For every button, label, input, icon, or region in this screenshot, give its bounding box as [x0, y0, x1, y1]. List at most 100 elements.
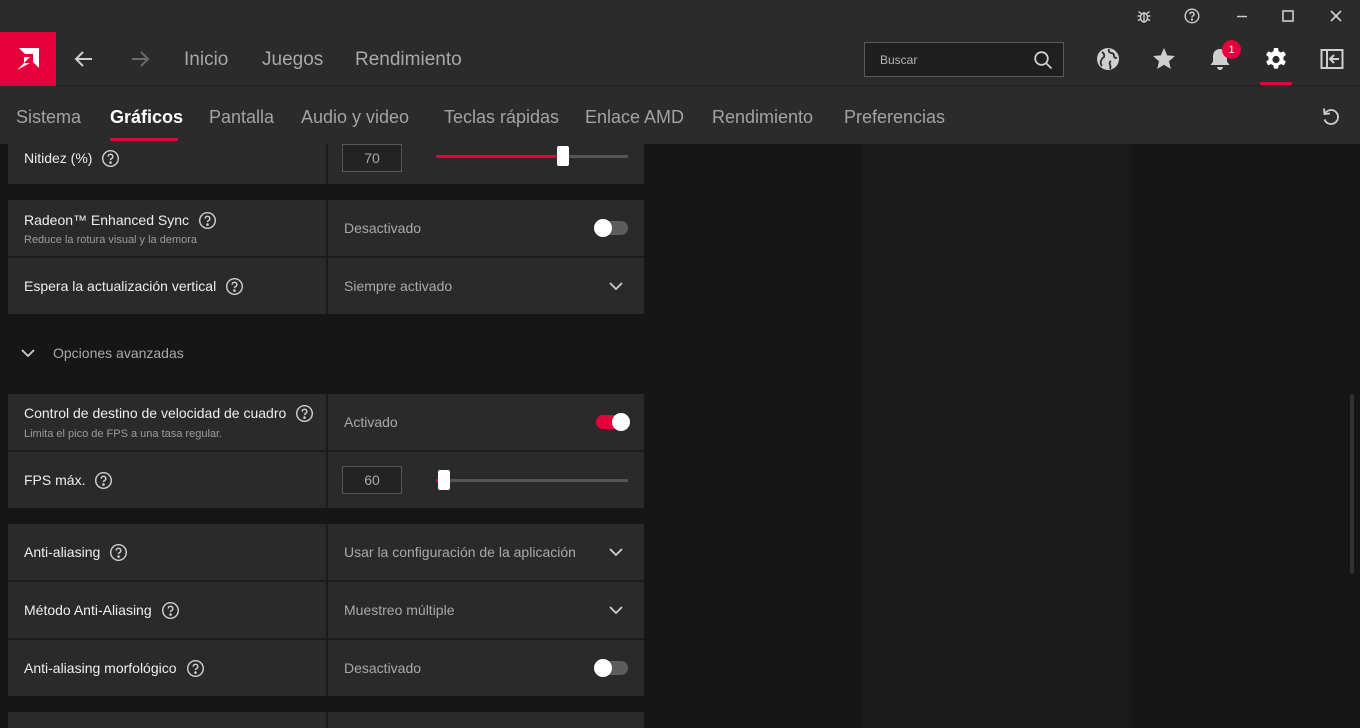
tab-pantalla[interactable]: Pantalla: [209, 107, 274, 128]
settings-tabs: Sistema Gráficos Pantalla Audio y video …: [0, 86, 1360, 144]
row-divider: [326, 712, 328, 728]
enhanced-sync-label: Radeon™ Enhanced Sync: [24, 212, 189, 228]
sharpness-label-wrap: Nitidez (%): [24, 148, 120, 168]
vsync-dropdown[interactable]: Siempre activado: [344, 278, 452, 294]
chevron-down-icon: [21, 349, 35, 358]
anti-aliasing-label: Anti-aliasing: [24, 544, 101, 560]
anti-aliasing-label-wrap: Anti-aliasing: [24, 542, 128, 562]
anti-aliasing-row: Anti-aliasing Usar la configuración de l…: [8, 524, 644, 580]
morph-aa-label-wrap: Anti-aliasing morfológico: [24, 658, 205, 678]
app-window: Inicio Juegos Rendimiento 1 Sistema Gráf…: [0, 0, 1360, 728]
chevron-down-icon[interactable]: [608, 602, 624, 618]
globe-icon[interactable]: [1080, 32, 1136, 86]
title-bar: [0, 0, 1360, 32]
aa-method-dropdown[interactable]: Muestreo múltiple: [344, 602, 455, 618]
advanced-options-label: Opciones avanzadas: [53, 345, 184, 361]
search-box: [864, 42, 1064, 77]
back-button[interactable]: [56, 32, 112, 86]
maximize-icon[interactable]: [1266, 0, 1310, 32]
fps-max-slider-track[interactable]: [436, 479, 628, 482]
reset-icon[interactable]: [1318, 104, 1344, 130]
morph-aa-toggle[interactable]: [594, 659, 628, 677]
help-icon[interactable]: [295, 404, 314, 423]
anti-aliasing-card: Anti-aliasing Usar la configuración de l…: [8, 524, 644, 696]
row-divider: [326, 582, 328, 638]
toggle-knob: [612, 413, 630, 431]
row-divider: [326, 258, 328, 314]
scrollbar[interactable]: [1350, 394, 1354, 574]
nav-link-juegos[interactable]: Juegos: [262, 49, 323, 71]
chevron-down-icon[interactable]: [608, 278, 624, 294]
fps-max-label-wrap: FPS máx.: [24, 470, 113, 490]
amd-logo[interactable]: [0, 32, 56, 86]
advanced-options-toggle[interactable]: Opciones avanzadas: [20, 345, 184, 361]
anti-aliasing-dropdown[interactable]: Usar la configuración de la aplicación: [344, 544, 576, 560]
help-icon[interactable]: [198, 211, 217, 230]
tab-graficos[interactable]: Gráficos: [110, 107, 183, 128]
help-icon[interactable]: [101, 149, 120, 168]
frtc-state: Activado: [344, 414, 398, 430]
row-divider: [326, 394, 328, 450]
enhanced-sync-toggle[interactable]: [594, 219, 628, 237]
next-setting-card: [8, 712, 644, 728]
top-nav: Inicio Juegos Rendimiento 1: [0, 32, 1360, 86]
fps-max-label: FPS máx.: [24, 472, 86, 488]
close-icon[interactable]: [1314, 0, 1358, 32]
help-icon[interactable]: [225, 277, 244, 296]
help-icon[interactable]: [186, 659, 205, 678]
nav-link-inicio[interactable]: Inicio: [184, 49, 228, 71]
help-icon[interactable]: [94, 471, 113, 490]
nav-link-rendimiento[interactable]: Rendimiento: [355, 49, 462, 71]
enhanced-sync-description: Reduce la rotura visual y la demora: [24, 234, 198, 246]
help-icon[interactable]: [1170, 0, 1214, 32]
help-icon[interactable]: [109, 543, 128, 562]
background-panel: [862, 144, 1132, 728]
arrow-left-icon: [74, 51, 92, 67]
tab-preferencias[interactable]: Preferencias: [844, 107, 945, 128]
active-tab-indicator: [110, 138, 178, 141]
sharpness-value-input[interactable]: 70: [342, 144, 402, 172]
bell-icon[interactable]: [1192, 32, 1248, 86]
star-icon[interactable]: [1136, 32, 1192, 86]
sidebar-toggle-icon[interactable]: [1304, 32, 1360, 86]
sharpness-slider-thumb[interactable]: [556, 146, 569, 166]
toggle-knob: [594, 219, 612, 237]
vsync-label: Espera la actualización vertical: [24, 278, 217, 294]
search-icon[interactable]: [1033, 50, 1053, 70]
sharpness-row: Nitidez (%) 70: [8, 144, 644, 184]
settings-content: Nitidez (%) 70 Radeon™ Enhanced Sync Red…: [0, 144, 1360, 728]
frtc-toggle[interactable]: [596, 413, 630, 431]
row-divider: [326, 640, 328, 696]
fps-max-value-input[interactable]: 60: [342, 466, 402, 494]
forward-button[interactable]: [112, 32, 168, 86]
aa-method-label-wrap: Método Anti-Aliasing: [24, 600, 180, 620]
aa-method-row: Método Anti-Aliasing Muestreo múltiple: [8, 582, 644, 638]
row-divider: [326, 144, 328, 184]
enhanced-sync-row: Radeon™ Enhanced Sync Reduce la rotura v…: [8, 200, 644, 256]
minimize-icon[interactable]: [1220, 0, 1264, 32]
tab-audio-video[interactable]: Audio y video: [301, 107, 409, 128]
tab-rendimiento[interactable]: Rendimiento: [712, 107, 813, 128]
row-divider: [326, 524, 328, 580]
tab-enlace-amd[interactable]: Enlace AMD: [585, 107, 684, 128]
fps-max-slider-thumb[interactable]: [437, 470, 450, 490]
sharpness-label: Nitidez (%): [24, 150, 93, 166]
frtc-label: Control de destino de velocidad de cuadr…: [24, 405, 287, 421]
sharpness-slider-fill: [436, 155, 563, 158]
enhanced-sync-label-wrap: Radeon™ Enhanced Sync: [24, 210, 217, 230]
fps-max-row: FPS máx. 60: [8, 452, 644, 508]
chevron-down-icon[interactable]: [608, 544, 624, 560]
tab-sistema[interactable]: Sistema: [16, 107, 81, 128]
morph-aa-row: Anti-aliasing morfológico Desactivado: [8, 640, 644, 696]
tab-teclas-rapidas[interactable]: Teclas rápidas: [444, 107, 559, 128]
frtc-label-wrap: Control de destino de velocidad de cuadr…: [24, 403, 314, 423]
morph-aa-state: Desactivado: [344, 660, 422, 676]
sharpness-card: Nitidez (%) 70: [8, 144, 644, 184]
toggle-knob: [594, 659, 612, 677]
help-icon[interactable]: [161, 601, 180, 620]
search-input[interactable]: [865, 43, 1025, 76]
frtc-row: Control de destino de velocidad de cuadr…: [8, 394, 644, 450]
vsync-label-wrap: Espera la actualización vertical: [24, 276, 244, 296]
gear-icon[interactable]: [1248, 32, 1304, 86]
bug-icon[interactable]: [1122, 0, 1166, 32]
